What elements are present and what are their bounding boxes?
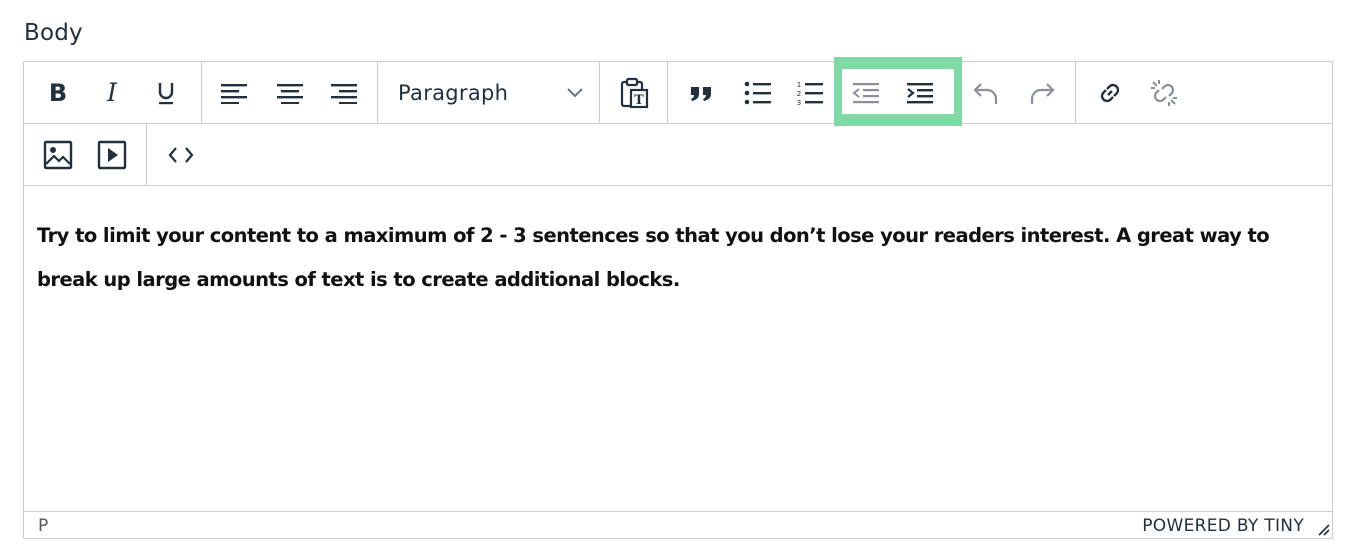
svg-text:B: B xyxy=(49,81,67,105)
image-icon xyxy=(43,140,73,170)
align-left-button[interactable] xyxy=(212,72,256,114)
video-icon xyxy=(97,140,127,170)
align-center-button[interactable] xyxy=(268,72,312,114)
code-icon xyxy=(168,147,194,163)
insert-image-button[interactable] xyxy=(36,134,80,176)
align-right-icon xyxy=(331,84,357,104)
outdent-icon xyxy=(852,83,879,104)
svg-text:T: T xyxy=(634,93,644,108)
svg-text:1: 1 xyxy=(797,81,801,89)
redo-button[interactable] xyxy=(1020,72,1064,114)
toolbar-group-lists: 1 2 3 xyxy=(668,62,1076,123)
bullet-list-button[interactable] xyxy=(736,72,780,114)
underline-button[interactable] xyxy=(144,72,188,114)
paste-text-icon: T xyxy=(620,77,649,109)
quote-icon xyxy=(691,87,711,101)
resize-handle-icon[interactable] xyxy=(1316,522,1330,536)
chevron-down-icon xyxy=(567,88,583,98)
undo-icon xyxy=(973,83,998,104)
status-bar: P POWERED BY TINY xyxy=(24,511,1332,538)
redo-icon xyxy=(1030,83,1055,104)
insert-link-button[interactable] xyxy=(1088,72,1132,114)
remove-link-button[interactable] xyxy=(1142,72,1186,114)
unlink-icon xyxy=(1151,80,1177,106)
block-format-value: Paragraph xyxy=(398,81,509,105)
align-center-icon xyxy=(277,84,303,104)
underline-icon xyxy=(158,83,174,105)
undo-button[interactable] xyxy=(964,72,1008,114)
align-right-button[interactable] xyxy=(322,72,366,114)
powered-by-link[interactable]: POWERED BY TINY xyxy=(1142,516,1304,536)
insert-media-button[interactable] xyxy=(90,134,134,176)
field-label: Body xyxy=(24,20,83,46)
toolbar-group-alignment xyxy=(202,62,378,123)
indent-icon xyxy=(907,83,933,104)
paste-as-text-button[interactable]: T xyxy=(612,72,656,114)
link-icon xyxy=(1100,83,1120,103)
toolbar-group-formatting: B I xyxy=(24,62,202,123)
numbered-list-button[interactable]: 1 2 3 xyxy=(788,72,832,114)
bold-button[interactable]: B xyxy=(36,72,80,114)
toolbar-group-paste: T xyxy=(600,62,668,123)
bullet-list-icon xyxy=(744,81,771,105)
italic-button[interactable]: I xyxy=(90,72,134,114)
toolbar-row-1: B I Paragraph T 1 2 3 xyxy=(24,57,1334,126)
rich-text-editor: B I Paragraph T 1 2 3 Try to limit your … xyxy=(23,57,1334,539)
italic-icon: I xyxy=(106,81,118,105)
toolbar-group-media xyxy=(24,124,147,185)
svg-text:3: 3 xyxy=(797,99,801,106)
block-format-select[interactable]: Paragraph xyxy=(380,72,600,114)
toolbar-group-code xyxy=(147,124,215,185)
outdent-button[interactable] xyxy=(844,72,888,114)
svg-text:I: I xyxy=(106,81,118,105)
align-left-icon xyxy=(221,84,247,104)
toolbar-group-links xyxy=(1076,62,1334,123)
numbered-list-icon: 1 2 3 xyxy=(797,81,823,106)
source-code-button[interactable] xyxy=(159,134,203,176)
toolbar-row-2 xyxy=(24,124,1332,186)
indent-button[interactable] xyxy=(898,72,942,114)
element-path[interactable]: P xyxy=(38,516,48,536)
svg-text:2: 2 xyxy=(797,90,801,98)
bold-icon: B xyxy=(49,81,67,105)
blockquote-button[interactable] xyxy=(680,72,724,114)
editor-content[interactable]: Try to limit your content to a maximum o… xyxy=(37,214,1317,302)
